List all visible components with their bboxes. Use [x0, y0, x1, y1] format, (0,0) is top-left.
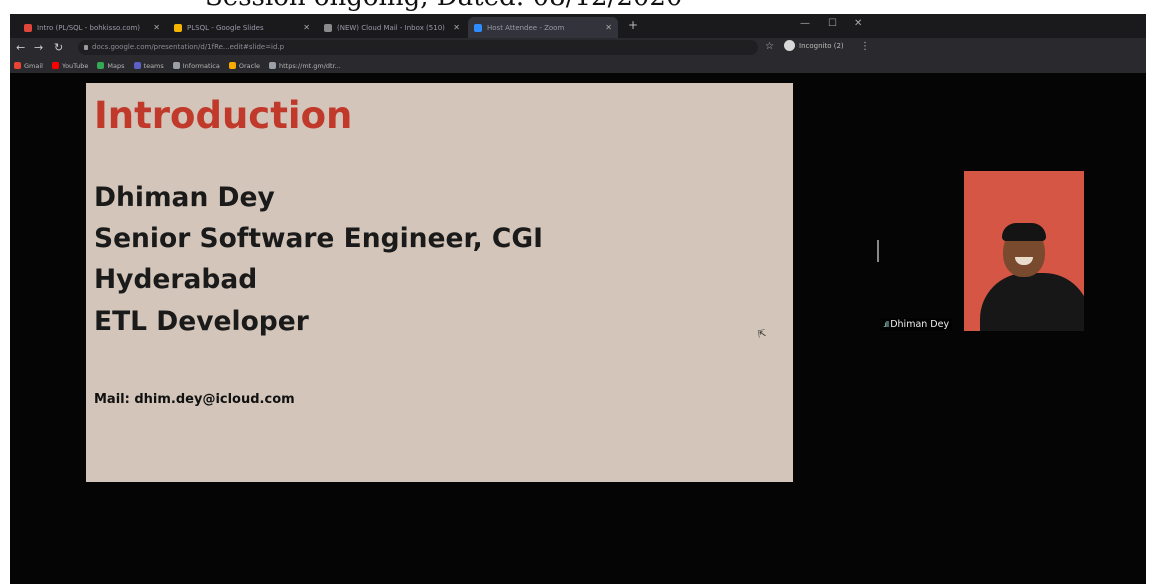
bookmark-label: teams: [143, 61, 164, 70]
bookmark-maps[interactable]: Maps: [97, 61, 125, 70]
caption: Session ongoing, Dated: 08/12/2020: [205, 0, 683, 12]
browser-tab[interactable]: PLSQL - Google Slides ✕: [168, 17, 316, 38]
participant-name-tag: .ıll Dhiman Dey: [880, 318, 953, 331]
slide-line-location: Hyderabad: [94, 264, 258, 295]
profile-button[interactable]: Incognito (2): [784, 40, 844, 51]
slide-title: Introduction: [94, 94, 353, 137]
bookmark-oracle[interactable]: Oracle: [228, 61, 261, 70]
close-window-icon[interactable]: ✕: [854, 18, 862, 29]
bookmarks-bar: Gmail YouTube Maps teams Informatica Ora…: [10, 58, 1146, 73]
slide-line-job: ETL Developer: [94, 306, 309, 337]
maximize-icon[interactable]: ☐: [828, 18, 837, 29]
participant-name: Dhiman Dey: [890, 319, 950, 330]
bookmark-link[interactable]: https://mt.gm/dtr...: [269, 62, 341, 70]
tab-title: Intro (PL/SQL - bohkisso.com): [37, 23, 141, 32]
tab-favicon-icon: [174, 23, 182, 32]
slide-line-name: Dhiman Dey: [94, 182, 275, 213]
tab-favicon-icon: [474, 23, 482, 32]
forward-icon[interactable]: →: [34, 41, 43, 54]
close-icon[interactable]: ✕: [303, 23, 310, 32]
tab-favicon-icon: [24, 23, 32, 32]
bookmark-label: Maps: [107, 61, 125, 70]
minimize-icon[interactable]: —: [800, 18, 810, 29]
mouse-cursor-icon: ⇱: [757, 328, 768, 341]
close-icon[interactable]: ✕: [153, 23, 160, 32]
bookmark-star-icon[interactable]: ☆: [765, 41, 774, 52]
new-tab-button[interactable]: +: [628, 18, 638, 32]
participant-video[interactable]: [964, 171, 1084, 331]
panel-drag-handle[interactable]: [877, 240, 879, 262]
bookmark-teams[interactable]: teams: [133, 61, 164, 70]
lock-icon: [84, 45, 88, 50]
close-icon[interactable]: ✕: [605, 23, 612, 32]
bookmark-label: Informatica: [182, 61, 220, 70]
close-icon[interactable]: ✕: [453, 23, 460, 32]
avatar: [784, 40, 795, 51]
slide-line-role: Senior Software Engineer, CGI: [94, 223, 543, 254]
tab-title: (NEW) Cloud Mail - Inbox (510): [337, 23, 445, 32]
bookmark-label: Gmail: [24, 61, 43, 70]
maps-icon: [97, 62, 105, 69]
participant-hair: [1002, 223, 1046, 241]
globe-icon: [172, 62, 180, 69]
browser-tab-bar: Intro (PL/SQL - bohkisso.com) ✕ PLSQL - …: [10, 14, 1146, 38]
screen-share: Intro (PL/SQL - bohkisso.com) ✕ PLSQL - …: [10, 14, 1146, 584]
address-toolbar: ← → ↻ docs.google.com/presentation/d/1fR…: [10, 38, 1146, 58]
bookmark-label: Oracle: [238, 61, 261, 70]
slide-mail: Mail: dhim.dey@icloud.com: [94, 392, 295, 407]
tab-title: Host Attendee - Zoom: [487, 23, 565, 32]
reload-icon[interactable]: ↻: [54, 41, 63, 54]
browser-tab[interactable]: Intro (PL/SQL - bohkisso.com) ✕: [18, 17, 166, 38]
presentation-slide: Introduction Dhiman Dey Senior Software …: [86, 83, 793, 482]
globe-icon: [269, 62, 277, 69]
tab-favicon-icon: [324, 23, 332, 32]
bookmark-gmail[interactable]: Gmail: [14, 62, 43, 70]
bookmark-informatica[interactable]: Informatica: [172, 61, 220, 70]
browser-tab[interactable]: (NEW) Cloud Mail - Inbox (510) ✕: [318, 17, 466, 38]
profile-label: Incognito (2): [799, 41, 844, 50]
bookmark-label: YouTube: [61, 61, 89, 70]
address-bar[interactable]: docs.google.com/presentation/d/1fRe...ed…: [78, 40, 758, 55]
signal-bars-icon: .ıll: [883, 320, 889, 329]
browser-tab-active[interactable]: Host Attendee - Zoom ✕: [468, 17, 618, 38]
participant-body: [980, 273, 1084, 331]
tab-title: PLSQL - Google Slides: [187, 23, 264, 32]
youtube-icon: [51, 62, 59, 69]
more-menu-icon[interactable]: ⋮: [860, 41, 870, 52]
bookmark-youtube[interactable]: YouTube: [51, 61, 89, 70]
teams-icon: [133, 62, 141, 69]
bookmark-label: https://mt.gm/dtr...: [279, 61, 341, 70]
back-icon[interactable]: ←: [16, 41, 25, 54]
oracle-icon: [228, 62, 236, 69]
gmail-icon: [14, 62, 21, 69]
